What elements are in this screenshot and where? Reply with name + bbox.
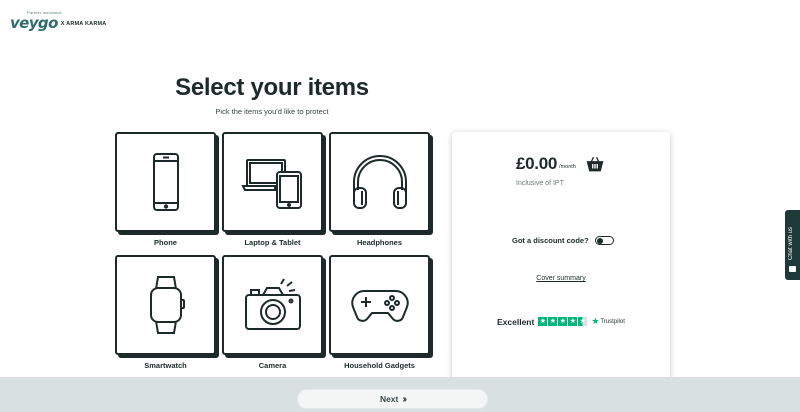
rating-word: Excellent bbox=[497, 316, 535, 327]
basket-icon[interactable] bbox=[586, 155, 604, 173]
item-card[interactable] bbox=[222, 255, 323, 355]
brand-logo[interactable]: Partner insurance veygo X ARMA KARMA bbox=[10, 9, 106, 31]
item-camera[interactable]: Camera bbox=[222, 255, 323, 370]
item-card[interactable] bbox=[329, 132, 430, 232]
item-label: Household Gadgets bbox=[344, 361, 415, 370]
item-label: Smartwatch bbox=[144, 361, 187, 370]
item-card[interactable] bbox=[115, 255, 216, 355]
cover-summary-panel: £0.00 /month Inclusive of IPT Got a disc… bbox=[452, 132, 670, 382]
item-household-gadgets[interactable]: Household Gadgets bbox=[329, 255, 430, 370]
discount-label: Got a discount code? bbox=[512, 236, 589, 245]
brand-tagline: Partner insurance bbox=[27, 10, 62, 15]
item-label: Phone bbox=[154, 238, 177, 247]
gamepad-icon bbox=[350, 290, 409, 322]
half-star-icon: ★ bbox=[578, 317, 588, 326]
item-phone[interactable]: Phone bbox=[115, 132, 216, 247]
cover-summary-link[interactable]: Cover summary bbox=[452, 275, 670, 282]
star-icon: ★ bbox=[538, 317, 548, 326]
partner-name: X ARMA KARMA bbox=[60, 21, 107, 27]
double-chevron-right-icon: ›› bbox=[402, 393, 406, 405]
page-subtitle: Pick the items you'd like to protect bbox=[215, 107, 329, 116]
discount-toggle[interactable] bbox=[594, 236, 614, 245]
item-smartwatch[interactable]: Smartwatch bbox=[115, 255, 216, 370]
trustpilot-rating[interactable]: Excellent ★ ★ ★ ★ ★ ★ Trustpilot bbox=[497, 316, 625, 327]
ipt-note: Inclusive of IPT bbox=[516, 180, 564, 187]
star-icon: ★ bbox=[548, 317, 558, 326]
trustpilot-logo: ★ Trustpilot bbox=[591, 316, 625, 327]
headphones-icon bbox=[352, 155, 407, 209]
star-icon: ★ bbox=[558, 317, 568, 326]
star-icon: ★ bbox=[568, 317, 578, 326]
chat-tab[interactable]: Chat with us bbox=[785, 210, 800, 280]
rating-stars: ★ ★ ★ ★ ★ bbox=[538, 317, 588, 326]
item-label: Camera bbox=[258, 361, 287, 370]
trustpilot-name: Trustpilot bbox=[600, 318, 625, 325]
chat-bubble-icon bbox=[789, 266, 796, 272]
laptop-tablet-icon bbox=[240, 159, 302, 209]
smartwatch-icon bbox=[149, 276, 185, 334]
price-row: £0.00 /month bbox=[516, 154, 604, 174]
item-card[interactable] bbox=[329, 255, 430, 355]
page-title: Select your items bbox=[175, 74, 369, 101]
discount-row: Got a discount code? bbox=[512, 236, 614, 245]
price-value: £0.00 bbox=[516, 154, 558, 173]
brand-name: veygo bbox=[10, 14, 58, 32]
item-card[interactable] bbox=[222, 132, 323, 232]
phone-icon bbox=[152, 153, 179, 211]
item-laptop-tablet[interactable]: Laptop & Tablet bbox=[222, 132, 323, 247]
footer-bar: Next ›› bbox=[0, 377, 800, 412]
chat-label: Chat with us bbox=[788, 226, 794, 260]
next-label: Next bbox=[379, 394, 399, 404]
item-card[interactable] bbox=[115, 132, 216, 232]
toggle-knob bbox=[596, 238, 603, 244]
trustpilot-star-icon: ★ bbox=[591, 316, 600, 326]
camera-icon bbox=[244, 278, 301, 330]
price-period: /month bbox=[559, 164, 576, 170]
next-button[interactable]: Next ›› bbox=[297, 389, 488, 409]
item-label: Headphones bbox=[356, 238, 402, 247]
item-label: Laptop & Tablet bbox=[244, 238, 301, 247]
item-headphones[interactable]: Headphones bbox=[329, 132, 430, 247]
